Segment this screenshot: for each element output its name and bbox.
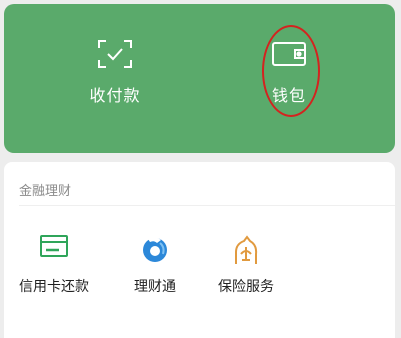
- insurance-label: 保险服务: [218, 279, 274, 295]
- licaitong-button[interactable]: 理财通: [110, 162, 200, 338]
- credit-card-repay-label: 信用卡还款: [19, 279, 89, 295]
- receive-pay-label: 收付款: [89, 86, 141, 105]
- receive-pay-button[interactable]: 收付款: [60, 4, 170, 153]
- top-action-panel: 收付款 钱包: [4, 4, 395, 153]
- finance-section: 金融理财 信用卡还款 理财通 保险服务: [4, 162, 395, 338]
- insurance-button[interactable]: 保险服务: [201, 162, 291, 338]
- annotation-circle: [262, 25, 320, 117]
- licaitong-icon: [140, 234, 170, 268]
- licaitong-label: 理财通: [134, 279, 176, 295]
- credit-card-icon: [39, 234, 69, 264]
- scan-pay-icon: [97, 39, 133, 73]
- insurance-icon: [231, 234, 261, 270]
- credit-card-repay-button[interactable]: 信用卡还款: [9, 162, 99, 338]
